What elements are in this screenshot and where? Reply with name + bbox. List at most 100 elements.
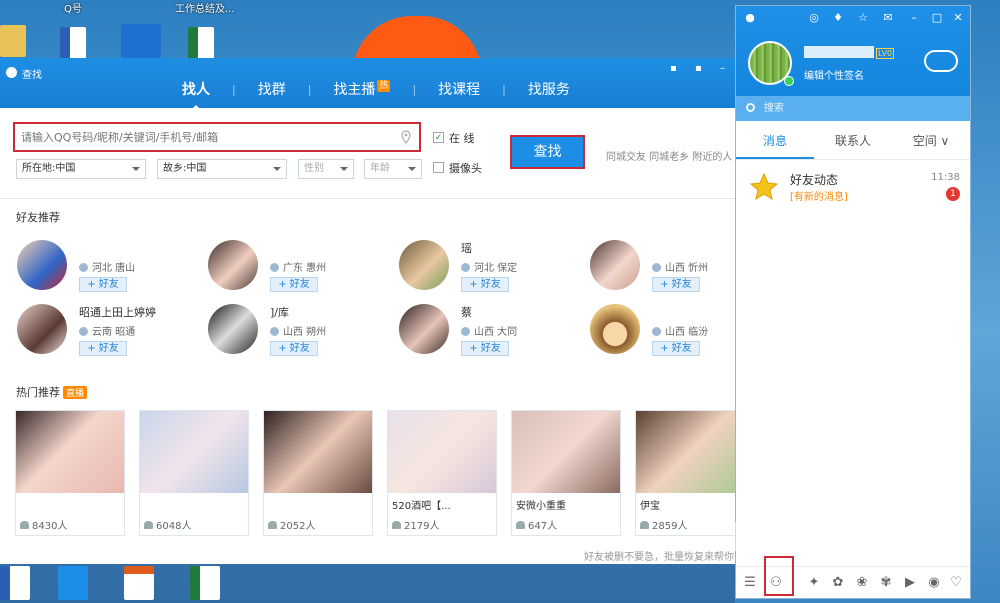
mail-icon[interactable]: ✉ bbox=[882, 12, 894, 24]
minimize-icon[interactable]: – bbox=[908, 12, 920, 24]
pdf-file-icon[interactable] bbox=[124, 566, 154, 600]
tab-space[interactable]: 空间 ∨ bbox=[892, 124, 970, 159]
live-count: 2179人 bbox=[392, 517, 439, 532]
message-time: 11:38 bbox=[931, 172, 960, 183]
word-file-icon[interactable] bbox=[0, 566, 30, 600]
avatar[interactable] bbox=[590, 240, 640, 290]
chat-icon[interactable]: ▪ bbox=[670, 64, 680, 74]
age-select[interactable]: 年龄 bbox=[364, 159, 422, 179]
avatar[interactable] bbox=[17, 304, 67, 354]
friend-location-text: 山西 忻州 bbox=[665, 263, 709, 274]
camera-checkbox[interactable]: ✓ bbox=[433, 162, 444, 173]
person-icon bbox=[652, 263, 661, 272]
add-friend-button[interactable]: + 好友 bbox=[461, 341, 509, 356]
live-card[interactable]: 伊宝 2859人 bbox=[635, 410, 745, 536]
add-friend-button[interactable]: + 好友 bbox=[79, 277, 127, 292]
live-badge: 直播 bbox=[63, 386, 88, 399]
people-icon bbox=[268, 521, 277, 529]
excel-file-icon[interactable] bbox=[190, 566, 220, 600]
avatar[interactable] bbox=[208, 240, 258, 290]
avatar[interactable] bbox=[590, 304, 640, 354]
recover-hint-link[interactable]: 好友被删不要急，批量恢复来帮你 bbox=[584, 548, 734, 563]
tab-find-group[interactable]: 找群 bbox=[236, 80, 308, 108]
live-card[interactable]: 安微小重重 647人 bbox=[511, 410, 621, 536]
people-icon bbox=[144, 521, 153, 529]
search-icon bbox=[746, 103, 755, 112]
person-icon bbox=[270, 327, 279, 336]
medal-icon[interactable]: ◎ bbox=[808, 12, 820, 24]
add-friend-button[interactable]: + 好友 bbox=[652, 341, 700, 356]
word-file-icon[interactable] bbox=[60, 27, 86, 59]
nickname-redacted bbox=[804, 46, 874, 58]
video-icon[interactable]: ▶ bbox=[902, 575, 918, 591]
live-thumbnail bbox=[140, 411, 248, 493]
desktop-label-doc: 工作总结及... bbox=[175, 4, 235, 15]
live-card[interactable]: 6048人 bbox=[139, 410, 249, 536]
message-item[interactable]: 好友动态 [有新的消息] 11:38 1 bbox=[736, 168, 970, 208]
live-card[interactable]: 8430人 bbox=[15, 410, 125, 536]
location-select[interactable]: 所在地:中国 bbox=[16, 159, 146, 179]
friend-location: 山西 朔州 bbox=[270, 323, 326, 338]
live-count-text: 6048人 bbox=[156, 521, 192, 532]
add-friend-button[interactable]: + 好友 bbox=[79, 341, 127, 356]
avatar[interactable] bbox=[399, 304, 449, 354]
level-badge[interactable]: LV0 bbox=[876, 48, 895, 59]
add-friend-button[interactable]: + 好友 bbox=[270, 277, 318, 292]
online-label: 在 线 bbox=[449, 132, 475, 145]
tab-find-people[interactable]: 找人 bbox=[160, 80, 232, 110]
avatar[interactable] bbox=[208, 304, 258, 354]
main-menu-icon[interactable]: ☰ bbox=[742, 575, 758, 591]
find-button[interactable]: 查找 bbox=[510, 135, 585, 169]
panel-search[interactable]: 搜索 bbox=[736, 96, 970, 121]
friend-card: 河北 唐山 + 好友 bbox=[17, 240, 197, 300]
avatar[interactable] bbox=[17, 240, 67, 290]
gender-select-value: 性别 bbox=[304, 163, 324, 174]
butterfly-icon[interactable]: ✦ bbox=[806, 575, 822, 591]
game-icon[interactable]: ✿ bbox=[830, 575, 846, 591]
section-divider bbox=[0, 198, 745, 199]
hometown-select[interactable]: 故乡:中国 bbox=[157, 159, 287, 179]
location-pin-icon[interactable] bbox=[401, 130, 411, 144]
signature-edit[interactable]: 编辑个性签名 bbox=[804, 67, 864, 82]
online-checkbox[interactable]: ✓ bbox=[433, 132, 444, 143]
online-status-dot[interactable] bbox=[784, 76, 794, 86]
tab-find-service[interactable]: 找服务 bbox=[506, 80, 592, 108]
gender-select[interactable]: 性别 bbox=[298, 159, 354, 179]
flower-icon[interactable]: ✾ bbox=[878, 575, 894, 591]
person-icon bbox=[461, 327, 470, 336]
weather-cloud-icon[interactable] bbox=[924, 50, 958, 72]
add-friend-button[interactable]: + 好友 bbox=[270, 341, 318, 356]
minimize-icon[interactable]: – bbox=[720, 64, 730, 74]
add-friend-button[interactable]: + 好友 bbox=[461, 277, 509, 292]
friend-location-text: 山西 临汾 bbox=[665, 327, 709, 338]
paw-icon[interactable]: ❀ bbox=[854, 575, 870, 591]
live-card[interactable]: 2052人 bbox=[263, 410, 373, 536]
excel-file-icon[interactable] bbox=[188, 27, 214, 59]
unread-badge: 1 bbox=[946, 187, 960, 201]
close-icon[interactable]: ✕ bbox=[952, 12, 964, 24]
friend-location-text: 河北 唐山 bbox=[92, 263, 136, 274]
tab-messages[interactable]: 消息 bbox=[736, 124, 814, 159]
tab-contacts[interactable]: 联系人 bbox=[814, 124, 892, 159]
add-friend-button[interactable]: + 好友 bbox=[652, 277, 700, 292]
live-count: 647人 bbox=[516, 517, 557, 532]
lock-icon[interactable]: ▪ bbox=[695, 64, 705, 74]
maximize-icon[interactable]: □ bbox=[931, 12, 943, 24]
avatar[interactable] bbox=[399, 240, 449, 290]
tab-find-streamer[interactable]: 找主播热 bbox=[311, 80, 412, 108]
video-app-icon[interactable] bbox=[121, 24, 161, 58]
quick-links[interactable]: 同城交友 同城老乡 附近的人 bbox=[606, 148, 732, 163]
tab-find-course[interactable]: 找课程 bbox=[416, 80, 502, 108]
live-title: 安微小重重 bbox=[516, 501, 566, 512]
friend-location: 山西 临汾 bbox=[652, 323, 708, 338]
wps-icon[interactable] bbox=[58, 566, 88, 600]
heart-icon[interactable]: ♡ bbox=[948, 575, 964, 591]
search-input[interactable] bbox=[15, 124, 385, 150]
friend-location-text: 山西 大同 bbox=[474, 327, 518, 338]
folder-icon[interactable] bbox=[0, 25, 26, 57]
live-count-text: 2052人 bbox=[280, 521, 316, 532]
wallet-icon[interactable]: ◉ bbox=[926, 575, 942, 591]
shirt-icon[interactable]: ♦ bbox=[832, 12, 844, 24]
live-card[interactable]: 520酒吧【... 2179人 bbox=[387, 410, 497, 536]
star-icon[interactable]: ☆ bbox=[857, 12, 869, 24]
